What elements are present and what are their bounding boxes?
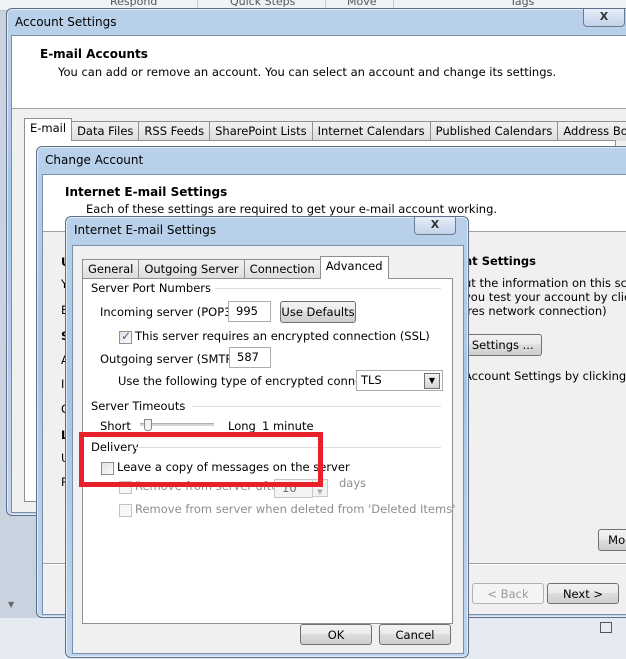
- server-timeouts-label: Server Timeouts: [91, 399, 186, 413]
- ribbon-group-tags: Tags: [510, 0, 535, 8]
- test-text-bottom: Account Settings by clicking the Ne: [464, 369, 626, 383]
- tab-outgoing-server[interactable]: Outgoing Server: [138, 259, 245, 279]
- group-separator: [192, 406, 441, 408]
- dialog-title: Internet E-mail Settings: [74, 223, 217, 237]
- days-label: days: [339, 476, 367, 490]
- header-title: Internet E-mail Settings: [65, 185, 228, 199]
- tab-advanced[interactable]: Advanced: [319, 256, 389, 279]
- tab-connection[interactable]: Connection: [243, 259, 321, 279]
- group-separator: [215, 288, 441, 290]
- remove-deleted-label: Remove from server when deleted from 'De…: [135, 502, 456, 516]
- window-title: Change Account: [45, 153, 144, 167]
- back-button[interactable]: < Back: [472, 583, 544, 604]
- outgoing-port-input[interactable]: 587: [229, 347, 271, 368]
- tab-address-books[interactable]: Address Books: [557, 121, 626, 141]
- tab-rss-feeds[interactable]: RSS Feeds: [138, 121, 211, 141]
- timeout-short-label: Short: [100, 419, 131, 433]
- encryption-type-select[interactable]: TLS ▼: [356, 370, 443, 391]
- incoming-port-input[interactable]: 995: [228, 301, 271, 322]
- close-button[interactable]: X: [583, 9, 625, 27]
- checkmark-icon: ✓: [121, 329, 132, 343]
- ssl-label: This server requires an encrypted connec…: [135, 329, 430, 343]
- encryption-type-label: Use the following type of encrypted conn…: [118, 374, 395, 388]
- timeout-value-label: 1 minute: [262, 419, 314, 433]
- normal-view-icon[interactable]: [600, 622, 612, 633]
- next-button[interactable]: Next >: [547, 583, 619, 604]
- test-text-line: ut the information on this screen,: [464, 276, 626, 290]
- spin-down-icon[interactable]: ▼: [313, 488, 327, 496]
- header-area: E-mail Accounts You can add or remove an…: [12, 36, 626, 109]
- highlight-box: [79, 432, 323, 487]
- header-subtitle: You can add or remove an account. You ca…: [58, 65, 557, 79]
- tab-sharepoint-lists[interactable]: SharePoint Lists: [209, 121, 313, 141]
- cancel-button[interactable]: Cancel: [379, 624, 451, 645]
- header-title: E-mail Accounts: [40, 47, 148, 61]
- close-button[interactable]: X: [414, 217, 456, 235]
- window-title: Account Settings: [15, 15, 117, 29]
- encryption-type-value: TLS: [361, 373, 382, 387]
- use-defaults-button[interactable]: Use Defaults: [280, 301, 356, 323]
- tab-published-calendars[interactable]: Published Calendars: [429, 121, 559, 141]
- ribbon-group-respond: Respond: [110, 0, 158, 8]
- tab-data-files[interactable]: Data Files: [71, 121, 140, 141]
- tab-general[interactable]: General: [82, 259, 140, 279]
- server-port-numbers-label: Server Port Numbers: [91, 281, 212, 295]
- ok-button[interactable]: OK: [300, 624, 372, 645]
- chevron-down-icon[interactable]: ▼: [424, 373, 440, 389]
- test-section-title: nt Settings: [464, 254, 536, 268]
- tab-internet-calendars[interactable]: Internet Calendars: [311, 121, 431, 141]
- ssl-checkbox[interactable]: ✓: [119, 329, 132, 344]
- incoming-server-label: Incoming server (POP3):: [100, 305, 240, 319]
- ribbon-group-move: Move: [347, 0, 377, 8]
- close-icon: X: [430, 218, 440, 231]
- dialog-tabs: General Outgoing Server Connection Advan…: [82, 256, 389, 279]
- timeout-long-label: Long: [228, 419, 256, 433]
- header-subtitle: Each of these settings are required to g…: [86, 202, 498, 216]
- account-tabs: E-mail Data Files RSS Feeds SharePoint L…: [24, 118, 626, 141]
- test-text-line: you test your account by clicking t: [464, 290, 626, 304]
- tab-email[interactable]: E-mail: [24, 118, 73, 141]
- scroll-down-icon[interactable]: ▼: [8, 600, 14, 609]
- more-settings-button[interactable]: Mor: [598, 529, 626, 551]
- ribbon-group-quick-steps: Quick Steps: [230, 0, 296, 8]
- remove-deleted-checkbox[interactable]: [119, 504, 132, 517]
- outgoing-server-label: Outgoing server (SMTP):: [100, 352, 241, 366]
- test-text-line: ires network connection): [464, 304, 607, 318]
- timeout-slider-thumb[interactable]: [143, 419, 152, 431]
- close-icon: X: [599, 10, 609, 23]
